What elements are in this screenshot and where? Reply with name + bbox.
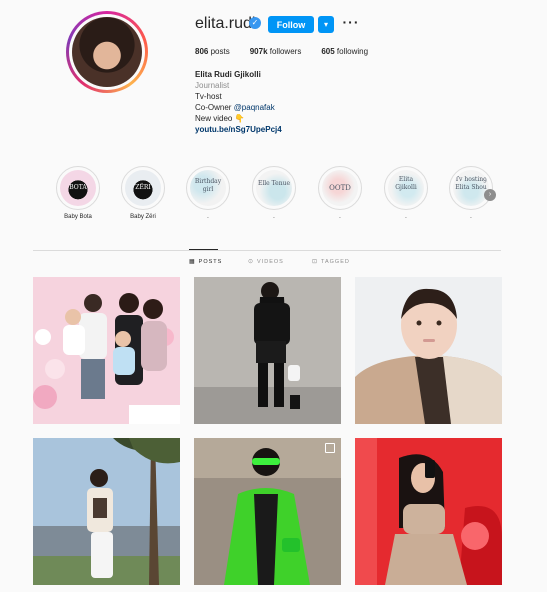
- tab-tagged[interactable]: ⊡ TAGGED: [312, 258, 350, 266]
- post-image: [194, 277, 341, 424]
- highlight-label: .: [207, 214, 209, 220]
- highlight-ring: BOTA: [56, 166, 100, 210]
- post-tile[interactable]: [355, 438, 502, 585]
- highlight-ring: OOTD: [318, 166, 362, 210]
- bio-line-new-video: New video 👇: [195, 114, 245, 123]
- tab-videos[interactable]: ⊙ VIDEOS: [248, 258, 284, 266]
- highlight-label: .: [339, 214, 341, 220]
- highlight-ring: Elle Tenue: [252, 166, 296, 210]
- highlight-cover: Elle Tenue: [256, 170, 292, 206]
- tab-posts[interactable]: ▦ POSTS: [189, 258, 222, 266]
- highlight-baby-zeri[interactable]: ZËRI Baby Zëri: [121, 166, 165, 220]
- bio-line-tv-host: Tv-host: [195, 92, 222, 101]
- highlight-cover: OOTD: [322, 170, 358, 206]
- highlight-cover: Elita Gjikolli: [388, 170, 424, 206]
- post-image: [194, 438, 341, 585]
- post-tile[interactable]: [355, 277, 502, 424]
- mention-link[interactable]: @paqnafak: [234, 103, 275, 112]
- following-count[interactable]: 605 following: [321, 47, 368, 56]
- avatar-border: [69, 14, 145, 90]
- profile-bio: Elita Rudi Gjikolli Journalist Tv-host C…: [195, 69, 282, 135]
- highlight-6[interactable]: Elita Gjikolli .: [384, 166, 428, 220]
- profile-stats: 806 posts 907k followers 605 following: [195, 47, 368, 56]
- post-tile[interactable]: [194, 277, 341, 424]
- post-image: [355, 277, 502, 424]
- profile-username: elita.rudi: [195, 15, 256, 32]
- post-image: [33, 438, 180, 585]
- post-image: [355, 438, 502, 585]
- highlight-label: .: [470, 214, 472, 220]
- post-tile[interactable]: [33, 277, 180, 424]
- posts-count: 806 posts: [195, 47, 230, 56]
- highlight-label: Baby Bota: [64, 214, 92, 220]
- video-icon: ⊙: [248, 259, 255, 265]
- profile-full-name: Elita Rudi Gjikolli: [195, 70, 261, 79]
- avatar-photo: [72, 17, 142, 87]
- bio-line-coowner: Co-Owner @paqnafak: [195, 103, 275, 112]
- highlight-3[interactable]: Birthday girl .: [186, 166, 230, 220]
- highlight-cover: Tv hosting Elita Shou: [453, 170, 489, 206]
- highlight-ring: Elita Gjikolli: [384, 166, 428, 210]
- post-tile[interactable]: [33, 438, 180, 585]
- highlight-ring: Tv hosting Elita Shou: [449, 166, 493, 210]
- highlight-label: Baby Zëri: [130, 214, 156, 220]
- tagged-icon: ⊡: [312, 259, 319, 265]
- highlight-cover: Birthday girl: [190, 170, 226, 206]
- highlight-label: .: [405, 214, 407, 220]
- post-image: [33, 277, 180, 424]
- followers-count[interactable]: 907k followers: [250, 47, 302, 56]
- highlight-4[interactable]: Elle Tenue .: [252, 166, 296, 220]
- grid-icon: ▦: [189, 259, 196, 265]
- highlight-baby-bota[interactable]: BOTA Baby Bota: [56, 166, 100, 220]
- chevron-right-icon[interactable]: ›: [484, 189, 496, 201]
- highlight-ring: ZËRI: [121, 166, 165, 210]
- carousel-icon: [325, 443, 335, 453]
- profile-category: Journalist: [195, 81, 230, 90]
- highlight-cover: ZËRI: [125, 170, 161, 206]
- profile-avatar[interactable]: [66, 11, 148, 93]
- bio-website-link[interactable]: youtu.be/nSg7UpePcj4: [195, 124, 282, 135]
- tabs-divider: [33, 250, 501, 251]
- highlight-5[interactable]: OOTD .: [318, 166, 362, 220]
- active-tab-indicator: [189, 249, 218, 250]
- highlight-ring: Birthday girl: [186, 166, 230, 210]
- suggested-accounts-chevron-button[interactable]: ▾: [318, 16, 334, 33]
- more-options-icon[interactable]: ···: [342, 14, 360, 30]
- verified-badge-icon: ✓: [249, 17, 261, 29]
- follow-button[interactable]: Follow: [268, 16, 314, 33]
- highlight-label: .: [273, 214, 275, 220]
- post-tile[interactable]: [194, 438, 341, 585]
- highlight-cover: BOTA: [60, 170, 96, 206]
